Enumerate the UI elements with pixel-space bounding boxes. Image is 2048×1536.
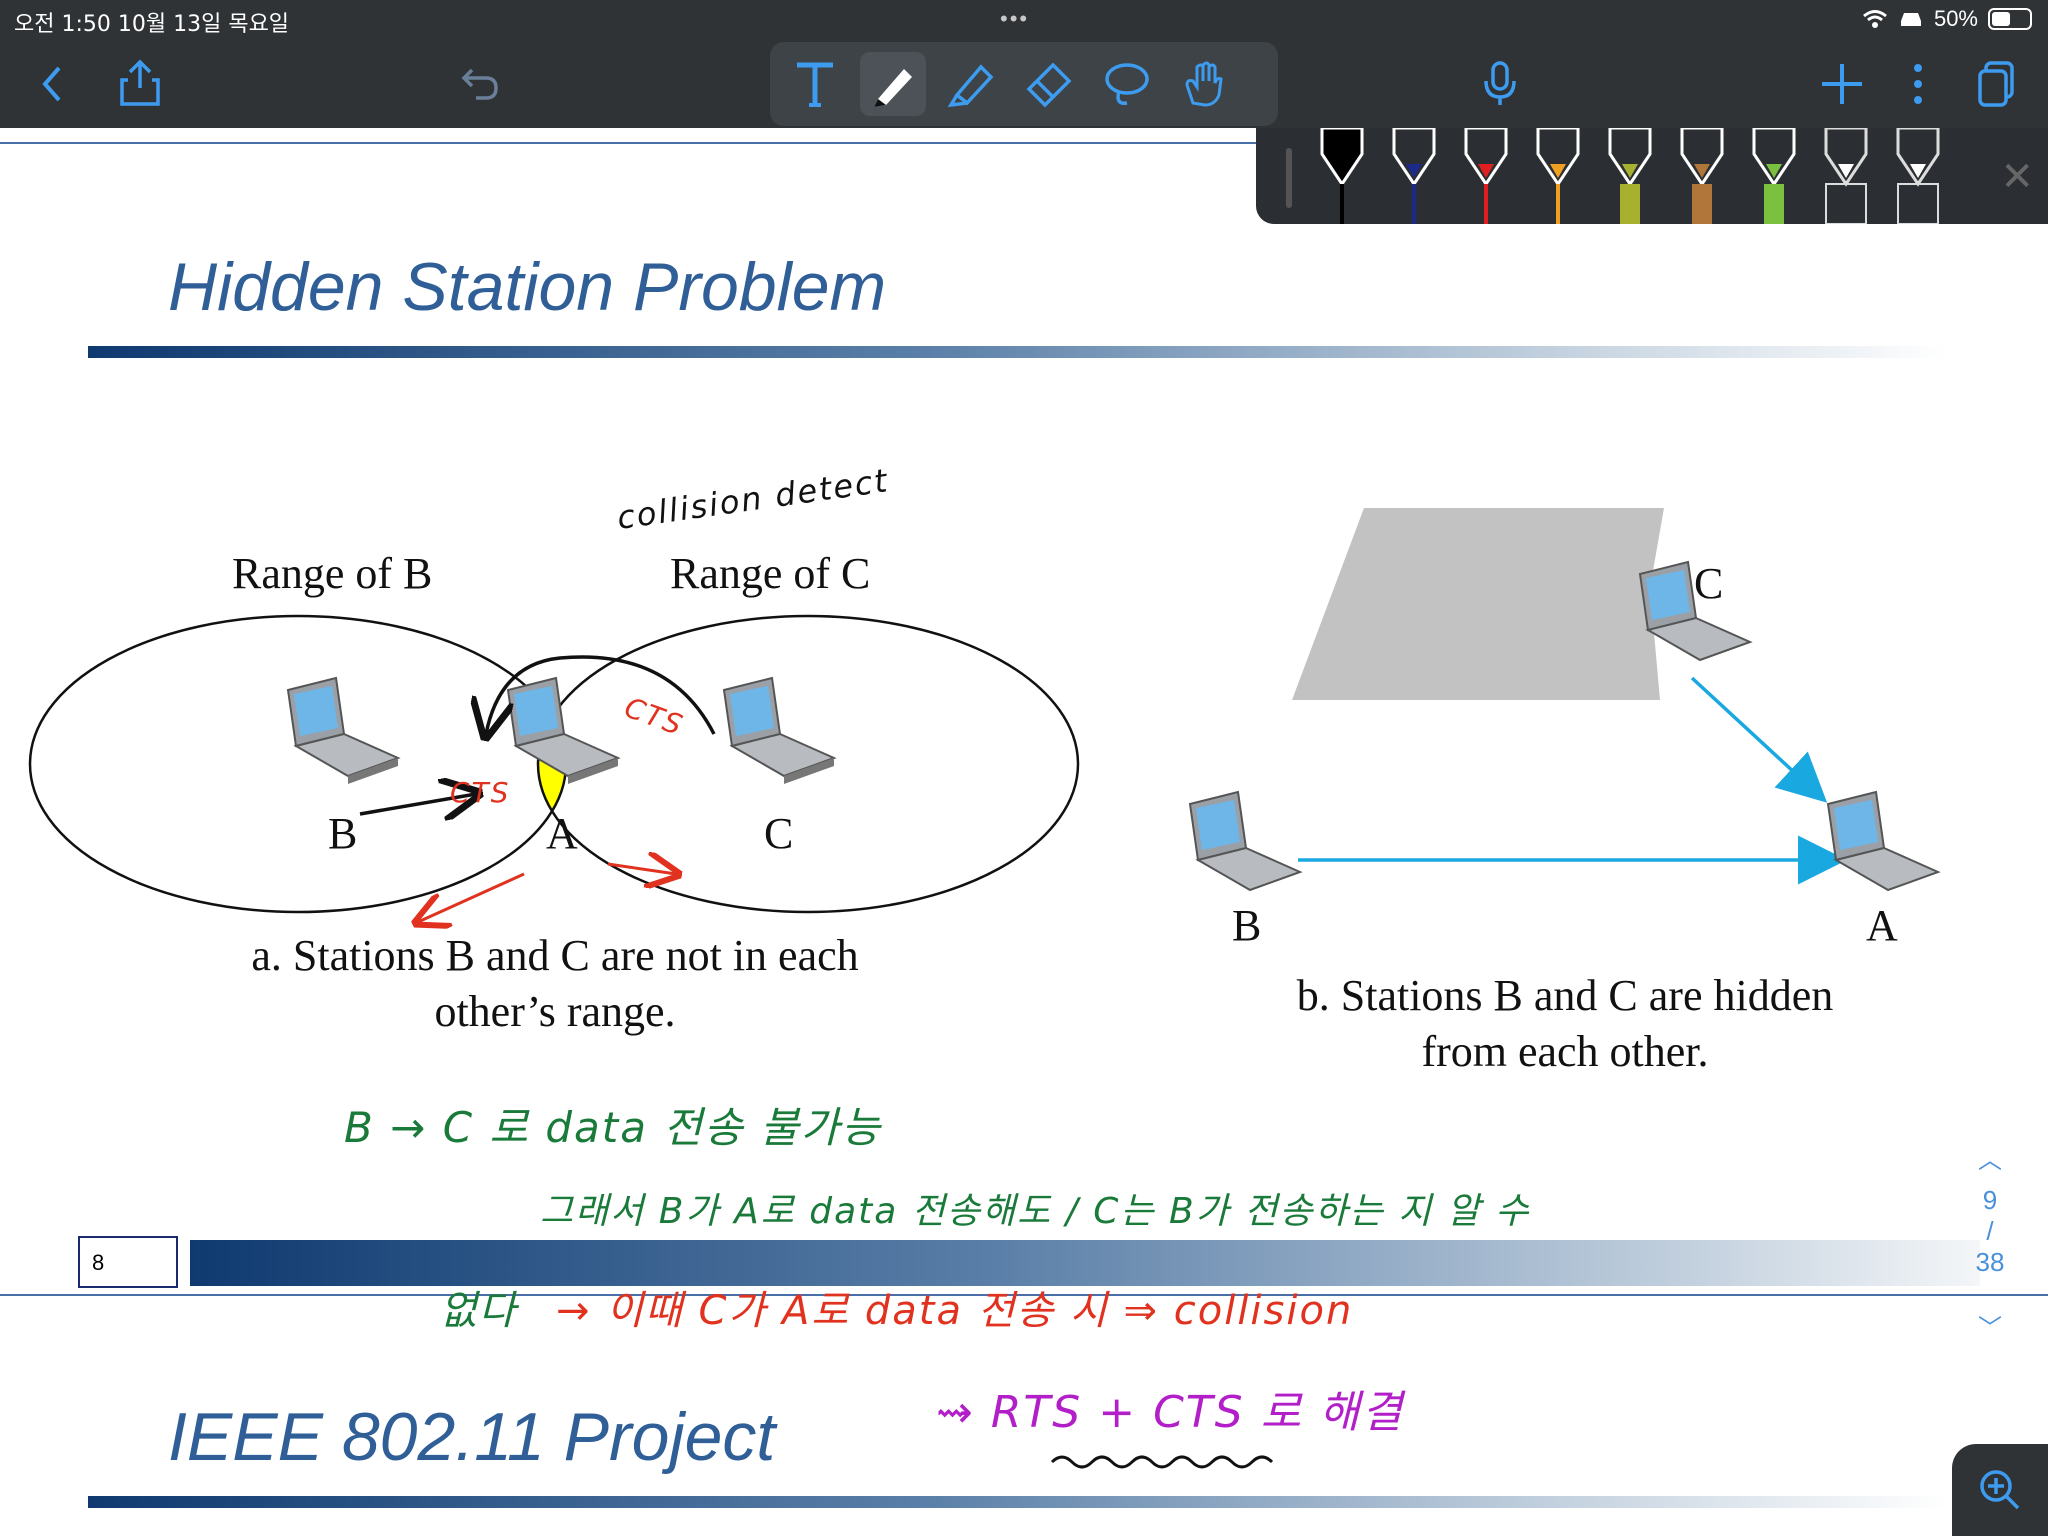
diagram-b xyxy=(1188,508,1941,892)
total-pages: 38 xyxy=(1975,1247,2005,1277)
more-icon[interactable] xyxy=(1888,54,1948,114)
station-a-label: A xyxy=(546,809,578,858)
note-line3-green: 없다 xyxy=(440,1288,518,1334)
laptop-a-icon xyxy=(506,676,621,784)
laptop-b-icon xyxy=(286,676,401,784)
b-station-b-label: B xyxy=(1232,901,1262,950)
cts-left-arrow xyxy=(418,872,525,922)
toolbar xyxy=(0,40,2048,128)
multitask-dots[interactable]: ••• xyxy=(1000,6,1029,32)
lasso-tool-icon[interactable] xyxy=(1094,52,1160,116)
squiggle-underline xyxy=(1050,1455,1274,1469)
palette-handle[interactable] xyxy=(1286,148,1292,208)
text-tool-icon[interactable] xyxy=(782,52,848,116)
drawing-tools xyxy=(770,42,1278,126)
current-page: 9 xyxy=(1982,1185,1998,1215)
pen-swatch-7[interactable] xyxy=(1752,128,1796,224)
caption-a-line2: other’s range. xyxy=(434,987,676,1036)
car-icon xyxy=(1900,13,1921,26)
caption-b-line1: b. Stations B and C are hidden xyxy=(1296,971,1834,1020)
note-line4: ⇝ RTS + CTS 로 해결 xyxy=(936,1387,1405,1438)
laptop-a2-icon xyxy=(1826,790,1941,892)
battery-percent: 50% xyxy=(1933,6,1978,31)
station-c-label: C xyxy=(764,809,794,858)
page-navigator: ︿ 9 / 38 ﹀ xyxy=(1960,1140,2020,1343)
pen-swatch-8[interactable] xyxy=(1824,128,1868,224)
next-slide-title: IEEE 802.11 Project xyxy=(168,1399,776,1475)
range-b-ellipse xyxy=(28,614,568,914)
note-line1: B → C 로 data 전송 불가능 xyxy=(344,1103,882,1152)
pen-swatch-4[interactable] xyxy=(1536,128,1580,224)
share-icon[interactable] xyxy=(110,52,170,112)
caption-b: b. Stations B and C are hidden from each… xyxy=(1220,968,1910,1080)
range-c-label: Range of C xyxy=(670,549,871,598)
status-right: 50% xyxy=(1862,6,2032,32)
zoom-in-icon[interactable] xyxy=(1952,1444,2048,1536)
title-underline xyxy=(88,346,1948,358)
pen-swatch-2[interactable] xyxy=(1392,128,1436,224)
page-separator: / xyxy=(1986,1216,1994,1246)
back-icon[interactable] xyxy=(22,54,82,114)
overlap-region xyxy=(538,616,566,912)
undo-icon[interactable] xyxy=(450,54,510,114)
pages-icon[interactable] xyxy=(1966,54,2026,114)
caption-a: a. Stations B and C are not in each othe… xyxy=(200,928,910,1040)
pen-swatch-9[interactable] xyxy=(1896,128,1940,224)
microphone-icon[interactable] xyxy=(1470,54,1530,114)
battery-icon xyxy=(1988,8,2032,30)
laptop-c-icon xyxy=(722,676,837,784)
status-time: 오전 1:50 10월 13일 목요일 xyxy=(14,12,290,37)
pen-swatch-6[interactable] xyxy=(1680,128,1724,224)
eraser-tool-icon[interactable] xyxy=(1016,52,1082,116)
cts-note-left: CTS xyxy=(450,776,511,809)
slide-page-number: 8 xyxy=(78,1236,178,1288)
note-line2: 그래서 B가 A로 data 전송해도 / C는 B가 전송하는 지 알 수 xyxy=(540,1191,1531,1232)
pen-swatch-5[interactable] xyxy=(1608,128,1652,224)
highlighter-tool-icon[interactable] xyxy=(938,52,1004,116)
pen-palette: ✕ xyxy=(1256,128,2048,224)
status-bar: 오전 1:50 10월 13일 목요일 ••• 50% xyxy=(0,0,2048,40)
range-b-label: Range of B xyxy=(232,549,433,598)
chevron-down-icon[interactable]: ﹀ xyxy=(1960,1308,2020,1343)
plus-icon[interactable] xyxy=(1812,54,1872,114)
wifi-icon xyxy=(1863,10,1887,28)
c-to-a-arrow xyxy=(1690,676,1828,803)
pen-swatch-3[interactable] xyxy=(1464,128,1508,224)
pen-tool-icon[interactable] xyxy=(860,52,926,116)
b-station-c-label: C xyxy=(1694,559,1724,608)
b-station-a-label: A xyxy=(1866,901,1898,950)
document-page[interactable]: Hidden Station Problem Range of B Range … xyxy=(0,128,2048,1536)
note-line3-red: → 이때 C가 A로 data 전송 시 ⇒ collision xyxy=(556,1288,1354,1334)
chevron-up-icon[interactable]: ︿ xyxy=(1960,1140,2020,1175)
caption-a-line1: a. Stations B and C are not in each xyxy=(251,931,859,980)
close-icon[interactable]: ✕ xyxy=(2000,154,2034,200)
hand-tool-icon[interactable] xyxy=(1172,52,1238,116)
slide-title: Hidden Station Problem xyxy=(168,249,887,325)
pen-swatch-1[interactable] xyxy=(1320,128,1364,224)
obstacle-wall xyxy=(1292,508,1664,700)
caption-b-line2: from each other. xyxy=(1421,1027,1709,1076)
laptop-b2-icon xyxy=(1188,790,1303,892)
station-b-label: B xyxy=(328,809,358,858)
next-title-underline xyxy=(88,1496,1948,1508)
pen-list xyxy=(1320,128,1940,224)
